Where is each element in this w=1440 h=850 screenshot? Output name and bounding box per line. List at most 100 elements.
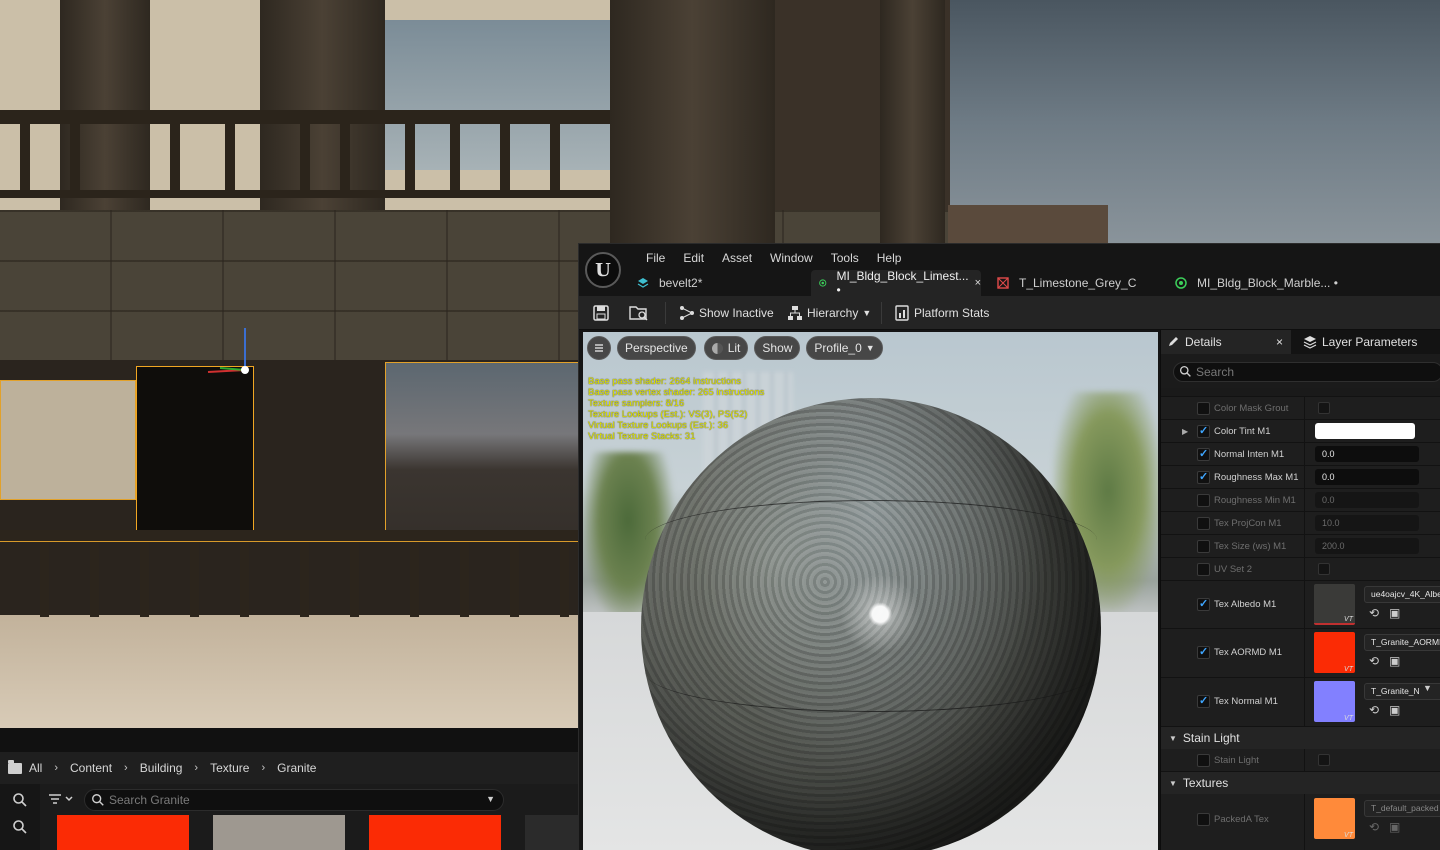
parameter-row[interactable]: Roughness Min M1 0.0 — [1161, 489, 1440, 512]
tab-layer-parameters[interactable]: Layer Parameters — [1299, 330, 1440, 354]
tab-t-limestone-grey-c[interactable]: T_Limestone_Grey_C — [989, 270, 1159, 296]
value-checkbox[interactable] — [1318, 754, 1330, 766]
expand-arrow-icon[interactable]: ▶ — [1182, 427, 1188, 436]
use-selected-icon[interactable]: ⟲ — [1369, 703, 1379, 717]
use-selected-icon[interactable]: ⟲ — [1369, 606, 1379, 620]
section-textures[interactable]: ▼ Textures — [1161, 772, 1440, 794]
breadcrumb-content[interactable]: Content — [70, 761, 112, 775]
override-checkbox[interactable] — [1197, 517, 1210, 530]
asset-thumbnail[interactable] — [525, 815, 580, 850]
override-checkbox[interactable] — [1197, 402, 1210, 415]
value-checkbox[interactable] — [1318, 563, 1330, 575]
menu-file[interactable]: File — [637, 248, 674, 268]
parameter-row[interactable]: UV Set 2 — [1161, 558, 1440, 581]
close-icon[interactable]: × — [975, 277, 981, 289]
browse-asset-icon[interactable]: ▣ — [1389, 606, 1400, 620]
parameter-row[interactable]: Roughness Max M1 0.0 — [1161, 466, 1440, 489]
override-checkbox[interactable] — [1197, 694, 1210, 708]
parameter-row[interactable]: Tex Size (ws) M1 200.0 — [1161, 535, 1440, 558]
asset-thumbnail[interactable] — [57, 815, 189, 850]
asset-picker[interactable]: T_Granite_AORMI — [1364, 634, 1440, 651]
viewport-options-button[interactable] — [587, 336, 611, 360]
override-checkbox[interactable] — [1197, 597, 1210, 611]
browse-asset-icon[interactable]: ▣ — [1389, 820, 1400, 834]
selected-door[interactable] — [136, 366, 254, 534]
texture-parameter-row[interactable]: Tex Albedo M1 VT ue4oajcv_4K_Albe ⟲ ▣ — [1161, 581, 1440, 629]
parameter-row[interactable]: Tex ProjCon M1 10.0 — [1161, 512, 1440, 535]
breadcrumb-texture[interactable]: Texture — [210, 761, 249, 775]
show-inactive-button[interactable]: Show Inactive — [679, 296, 774, 330]
breadcrumb-building[interactable]: Building — [140, 761, 183, 775]
parameter-row[interactable]: Stain Light — [1161, 749, 1440, 772]
tab-bevelt2[interactable]: bevelt2* — [629, 270, 804, 296]
browse-button[interactable] — [629, 296, 649, 330]
profile-dropdown[interactable]: Profile_0 ▼ — [806, 336, 883, 360]
number-field[interactable]: 0.0 — [1315, 492, 1419, 508]
menu-edit[interactable]: Edit — [674, 248, 713, 268]
content-search-input[interactable]: Search Granite ▼ — [84, 789, 504, 811]
override-checkbox[interactable] — [1197, 447, 1210, 461]
value-checkbox[interactable] — [1318, 402, 1330, 414]
breadcrumb-all[interactable]: All — [29, 761, 42, 775]
parameter-label: UV Set 2 — [1214, 564, 1253, 575]
browse-asset-icon[interactable]: ▣ — [1389, 703, 1400, 717]
asset-thumbnail[interactable] — [213, 815, 345, 850]
stats-line: Virtual Texture Lookups (Est.): 36 — [588, 420, 729, 431]
number-field[interactable]: 0.0 — [1315, 469, 1419, 485]
platform-stats-button[interactable]: Platform Stats — [895, 296, 989, 330]
texture-parameter-row[interactable]: Tex Normal M1 VT T_Granite_N ▼ ⟲ ▣ — [1161, 678, 1440, 727]
texture-thumbnail[interactable]: VT — [1314, 584, 1355, 625]
search-icon[interactable] — [12, 819, 28, 835]
chevron-down-icon[interactable]: ▼ — [486, 794, 495, 804]
hierarchy-dropdown[interactable]: Hierarchy ▼ — [787, 296, 871, 330]
parameter-row[interactable]: Color Mask Grout — [1161, 397, 1440, 420]
chevron-down-icon[interactable]: ▼ — [1423, 683, 1432, 693]
override-checkbox[interactable] — [1197, 470, 1210, 484]
show-button[interactable]: Show — [754, 336, 801, 360]
transform-gizmo[interactable] — [200, 320, 260, 380]
asset-picker[interactable]: ue4oajcv_4K_Albe — [1364, 586, 1440, 603]
search-icon[interactable] — [12, 792, 28, 808]
color-swatch[interactable] — [1315, 423, 1415, 439]
close-icon[interactable]: × — [1276, 335, 1283, 349]
menu-window[interactable]: Window — [761, 248, 822, 268]
override-checkbox[interactable] — [1197, 813, 1210, 826]
filter-icon — [49, 794, 73, 804]
number-field[interactable]: 10.0 — [1315, 515, 1419, 531]
texture-parameter-row[interactable]: PackedA Tex VT T_default_packed ⟲ ▣ — [1161, 794, 1440, 850]
menu-asset[interactable]: Asset — [713, 248, 761, 268]
use-selected-icon[interactable]: ⟲ — [1369, 820, 1379, 834]
unreal-logo-icon[interactable]: U — [585, 252, 621, 288]
browse-asset-icon[interactable]: ▣ — [1389, 654, 1400, 668]
override-checkbox[interactable] — [1197, 754, 1210, 767]
menu-tools[interactable]: Tools — [822, 248, 868, 268]
filter-dropdown[interactable] — [48, 792, 82, 808]
tab-mi-bldg-block-limestone[interactable]: MI_Bldg_Block_Limest... • × — [811, 269, 981, 297]
override-checkbox[interactable] — [1197, 540, 1210, 553]
asset-thumbnail[interactable] — [369, 815, 501, 850]
texture-thumbnail[interactable]: VT — [1314, 681, 1355, 722]
lit-mode-button[interactable]: Lit — [703, 336, 749, 360]
tab-mi-bldg-block-marble[interactable]: MI_Bldg_Block_Marble... • — [1167, 270, 1367, 296]
use-selected-icon[interactable]: ⟲ — [1369, 654, 1379, 668]
parameter-row[interactable]: ▶ Color Tint M1 — [1161, 420, 1440, 443]
override-checkbox[interactable] — [1197, 494, 1210, 507]
number-field[interactable]: 200.0 — [1315, 538, 1419, 554]
texture-thumbnail[interactable]: VT — [1314, 632, 1355, 673]
details-search-input[interactable]: Search — [1173, 362, 1440, 382]
menu-help[interactable]: Help — [868, 248, 911, 268]
save-button[interactable] — [593, 296, 609, 330]
material-preview-viewport[interactable]: Perspective Lit Show Profile_0 ▼ Base pa… — [583, 332, 1158, 850]
breadcrumb-granite[interactable]: Granite — [277, 761, 316, 775]
override-checkbox[interactable] — [1197, 424, 1210, 438]
override-checkbox[interactable] — [1197, 563, 1210, 576]
parameter-row[interactable]: Normal Inten M1 0.0 — [1161, 443, 1440, 466]
tab-details[interactable]: Details × — [1161, 330, 1291, 354]
number-field[interactable]: 0.0 — [1315, 446, 1419, 462]
asset-picker[interactable]: T_default_packed — [1364, 800, 1440, 817]
override-checkbox[interactable] — [1197, 645, 1210, 659]
perspective-button[interactable]: Perspective — [617, 336, 696, 360]
texture-parameter-row[interactable]: Tex AORMD M1 VT T_Granite_AORMI ⟲ ▣ — [1161, 629, 1440, 678]
section-stain-light[interactable]: ▼ Stain Light — [1161, 727, 1440, 749]
texture-thumbnail[interactable]: VT — [1314, 798, 1355, 839]
